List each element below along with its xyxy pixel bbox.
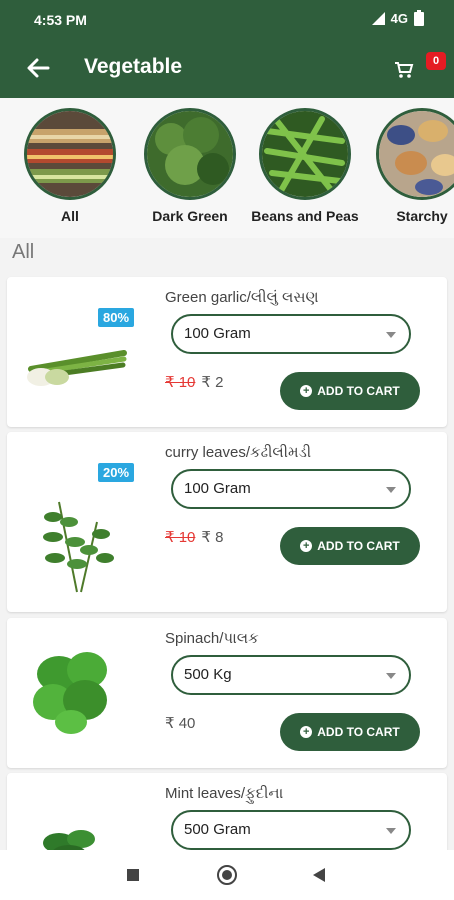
status-time: 4:53 PM <box>34 12 87 28</box>
category-strip[interactable]: All Dark Green Beans and Peas Starchy <box>0 98 454 238</box>
quantity-value: 500 Gram <box>184 821 251 838</box>
category-label: All <box>61 208 79 224</box>
discount-badge: 20% <box>98 463 135 482</box>
price-row: ₹ 40 <box>165 714 195 732</box>
app-bar: Vegetable 0 <box>0 38 454 98</box>
cart-icon <box>395 62 414 78</box>
category-starchy[interactable]: Starchy <box>367 108 454 224</box>
category-all[interactable]: All <box>15 108 125 224</box>
status-bar: 4:53 PM 4G <box>0 0 454 38</box>
old-price: ₹ 10 <box>165 374 196 391</box>
back-arrow-icon <box>27 58 50 78</box>
dropdown-arrow-icon <box>386 487 396 493</box>
price-row: ₹ 10 ₹ 8 <box>165 528 223 546</box>
category-beans-and-peas[interactable]: Beans and Peas <box>250 108 360 224</box>
product-card: 20% curry leaves/કઢીલીમડી 100 Gram ₹ 10 … <box>7 432 447 612</box>
category-dark-green[interactable]: Dark Green <box>135 108 245 224</box>
category-label: Beans and Peas <box>251 208 359 224</box>
price-row: ₹ 10 ₹ 2 <box>165 373 223 391</box>
add-to-cart-button[interactable]: + ADD TO CART <box>280 527 420 565</box>
quantity-dropdown[interactable]: 500 Kg <box>171 655 411 695</box>
page-title: Vegetable <box>84 55 183 78</box>
quantity-dropdown[interactable]: 100 Gram <box>171 314 411 354</box>
add-to-cart-button[interactable]: + ADD TO CART <box>280 372 420 410</box>
cart-count-badge: 0 <box>426 52 446 70</box>
section-label: All <box>12 241 35 263</box>
battery-icon <box>414 9 424 26</box>
add-to-cart-label: ADD TO CART <box>317 384 400 398</box>
plus-icon: + <box>300 385 313 397</box>
dropdown-arrow-icon <box>386 332 396 338</box>
signal-icon <box>371 12 385 25</box>
product-card: 80% Green garlic/લીલું લસણ 100 Gram ₹ 10… <box>7 277 447 427</box>
price: ₹ 2 <box>201 374 224 391</box>
quantity-value: 500 Kg <box>184 666 232 683</box>
home-icon[interactable] <box>217 865 237 885</box>
discount-badge: 80% <box>98 308 135 327</box>
quantity-value: 100 Gram <box>184 325 251 342</box>
dropdown-arrow-icon <box>386 828 396 834</box>
mint-leaves-photo <box>19 803 129 850</box>
broccoli-photo <box>144 108 236 200</box>
plus-icon: + <box>300 540 313 552</box>
system-nav-bar <box>0 850 454 900</box>
curry-leaves-photo <box>19 492 129 602</box>
product-card: Mint leaves/ફુદીના 500 Gram <box>7 773 447 850</box>
old-price: ₹ 10 <box>165 529 196 546</box>
network-type: 4G <box>390 11 408 26</box>
category-label: Starchy <box>396 208 448 224</box>
quantity-value: 100 Gram <box>184 480 251 497</box>
product-card: Spinach/પાલક 500 Kg ₹ 40 + ADD TO CART <box>7 618 447 768</box>
price: ₹ 40 <box>165 715 196 732</box>
status-icons: 4G <box>371 9 424 26</box>
add-to-cart-label: ADD TO CART <box>317 539 400 553</box>
potatoes-photo <box>376 108 454 200</box>
price: ₹ 8 <box>201 529 224 546</box>
recent-apps-icon[interactable] <box>127 869 139 881</box>
category-label: Dark Green <box>152 208 228 224</box>
plus-icon: + <box>300 726 313 738</box>
add-to-cart-label: ADD TO CART <box>317 725 400 739</box>
product-name: curry leaves/કઢીલીમડી <box>165 444 312 461</box>
product-name: Mint leaves/ફુદીના <box>165 785 284 802</box>
main-content: All Dark Green Beans and Peas Starchy Al… <box>0 98 454 850</box>
product-name: Spinach/પાલક <box>165 630 259 647</box>
nav-back-icon[interactable] <box>313 868 325 882</box>
market-shelf-photo <box>24 108 116 200</box>
product-name: Green garlic/લીલું લસણ <box>165 289 319 306</box>
quantity-dropdown[interactable]: 100 Gram <box>171 469 411 509</box>
quantity-dropdown[interactable]: 500 Gram <box>171 810 411 850</box>
dropdown-arrow-icon <box>386 673 396 679</box>
beans-photo <box>259 108 351 200</box>
spinach-photo <box>19 636 129 746</box>
back-button[interactable] <box>22 52 54 84</box>
add-to-cart-button[interactable]: + ADD TO CART <box>280 713 420 751</box>
